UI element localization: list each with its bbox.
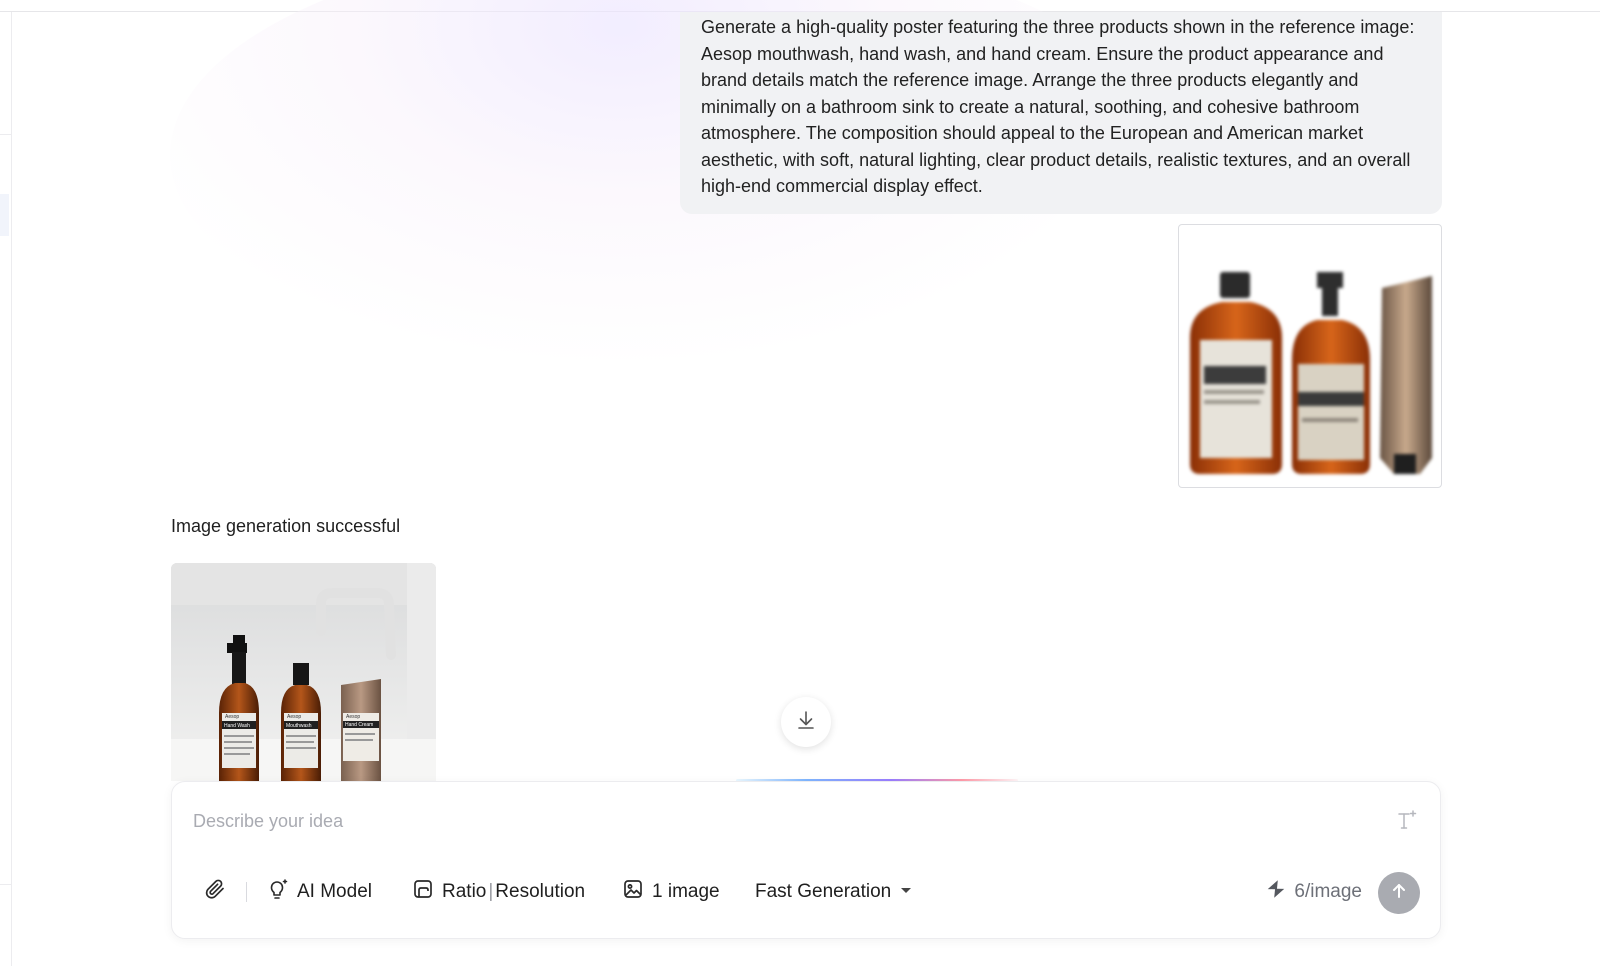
ratio-separator: | <box>488 881 494 902</box>
reference-image[interactable] <box>1178 224 1442 488</box>
prompt-input[interactable] <box>193 806 1343 836</box>
user-prompt-bubble: Generate a high-quality poster featuring… <box>680 12 1442 214</box>
image-icon <box>622 878 644 906</box>
sidebar-active-item[interactable] <box>0 194 9 236</box>
paperclip-icon <box>203 877 227 907</box>
prompt-composer: AI Model Ratio|Resolution 1 image Fast G… <box>171 781 1441 939</box>
label-hand-wash: Hand Wash <box>224 723 250 729</box>
toolbar-divider <box>246 882 247 902</box>
ratio-label: Ratio <box>442 881 487 902</box>
label-mouthwash: Mouthwash <box>286 723 312 729</box>
left-sidebar-edge <box>0 12 12 966</box>
image-count-button[interactable]: 1 image <box>622 872 720 912</box>
label-brand: Aesop <box>287 714 301 720</box>
ratio-icon <box>412 878 434 906</box>
send-button[interactable] <box>1378 872 1420 914</box>
generation-speed-label: Fast Generation <box>755 881 892 902</box>
attach-button[interactable] <box>203 872 227 912</box>
ai-model-label: AI Model <box>297 881 372 902</box>
sidebar-divider <box>0 884 11 885</box>
composer-toolbar: AI Model Ratio | Resolution 1 image Fast G… <box>172 872 1440 914</box>
scroll-to-bottom-button[interactable] <box>781 697 831 747</box>
label-brand: Aesop <box>346 714 360 720</box>
generation-speed-dropdown[interactable]: Fast Generation <box>755 872 913 912</box>
arrow-up-icon <box>1389 881 1409 906</box>
resolution-label: Resolution <box>495 881 586 902</box>
ratio-resolution-button[interactable]: Ratio | Resolution <box>412 872 585 912</box>
bulb-icon <box>265 877 289 907</box>
sidebar-divider <box>0 134 11 135</box>
label-hand-cream: Hand Cream <box>345 722 373 728</box>
caret-down-icon <box>899 881 913 903</box>
credit-cost-label: 6/image <box>1294 881 1362 902</box>
generation-status: Image generation successful <box>171 516 401 536</box>
ai-model-button[interactable]: AI Model <box>265 872 372 912</box>
label-brand: Aesop <box>225 714 239 720</box>
top-border <box>0 0 1600 12</box>
generated-image[interactable]: Aesop Hand Wash Aesop Mouthwash Aesop Ha… <box>171 563 436 781</box>
text-style-icon[interactable] <box>1394 807 1420 833</box>
credit-cost: 6/image <box>1266 872 1362 912</box>
sparkle-icon <box>1266 879 1286 905</box>
image-count-label: 1 image <box>652 881 720 902</box>
download-icon <box>795 709 817 736</box>
